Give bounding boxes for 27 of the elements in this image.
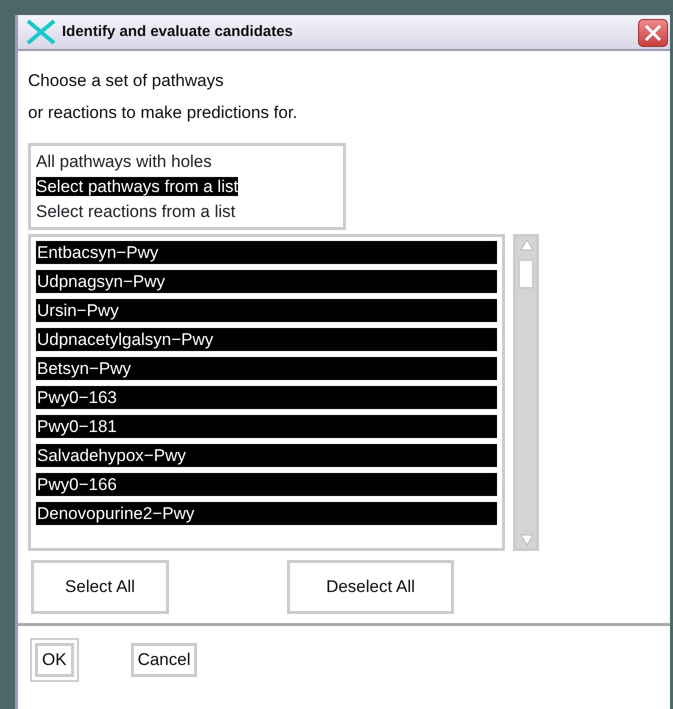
pathway-item[interactable]: Salvadehypox−Pwy [36, 444, 497, 467]
pathway-item[interactable]: Udpnagsyn−Pwy [36, 270, 497, 293]
scroll-thumb[interactable] [518, 259, 534, 289]
instruction-text: or reactions to make predictions for. [28, 102, 298, 124]
scroll-down-icon[interactable] [520, 534, 534, 546]
scroll-up-icon[interactable] [520, 239, 534, 251]
dialog-button[interactable]: OK [35, 643, 74, 677]
pathway-item[interactable]: Betsyn−Pwy [36, 357, 497, 380]
deselect-all-button[interactable]: Deselect All [287, 560, 454, 614]
x-app-icon [26, 19, 56, 45]
pathway-item[interactable]: Ursin−Pwy [36, 299, 497, 322]
pathway-item[interactable]: Pwy0−166 [36, 473, 497, 496]
dialog-button[interactable]: Cancel [130, 643, 198, 677]
instruction-text: Choose a set of pathways [28, 70, 225, 92]
pathway-item[interactable]: Pwy0−181 [36, 415, 497, 438]
pathway-item[interactable]: Denovopurine2−Pwy [36, 502, 497, 525]
pathway-item[interactable]: Pwy0−163 [36, 386, 497, 409]
close-icon [643, 22, 663, 43]
scrollbar[interactable] [513, 234, 539, 551]
pathway-item[interactable]: Udpnacetylgalsyn−Pwy [36, 328, 497, 351]
close-button[interactable] [638, 19, 668, 47]
mode-option[interactable]: All pathways with holes [36, 152, 212, 171]
window-title: Identify and evaluate candidates [62, 22, 293, 42]
pathway-item[interactable]: Entbacsyn−Pwy [36, 241, 497, 264]
mode-option[interactable]: Select pathways from a list [36, 177, 238, 196]
select-all-button[interactable]: Select All [31, 560, 169, 614]
mode-option[interactable]: Select reactions from a list [36, 202, 236, 221]
